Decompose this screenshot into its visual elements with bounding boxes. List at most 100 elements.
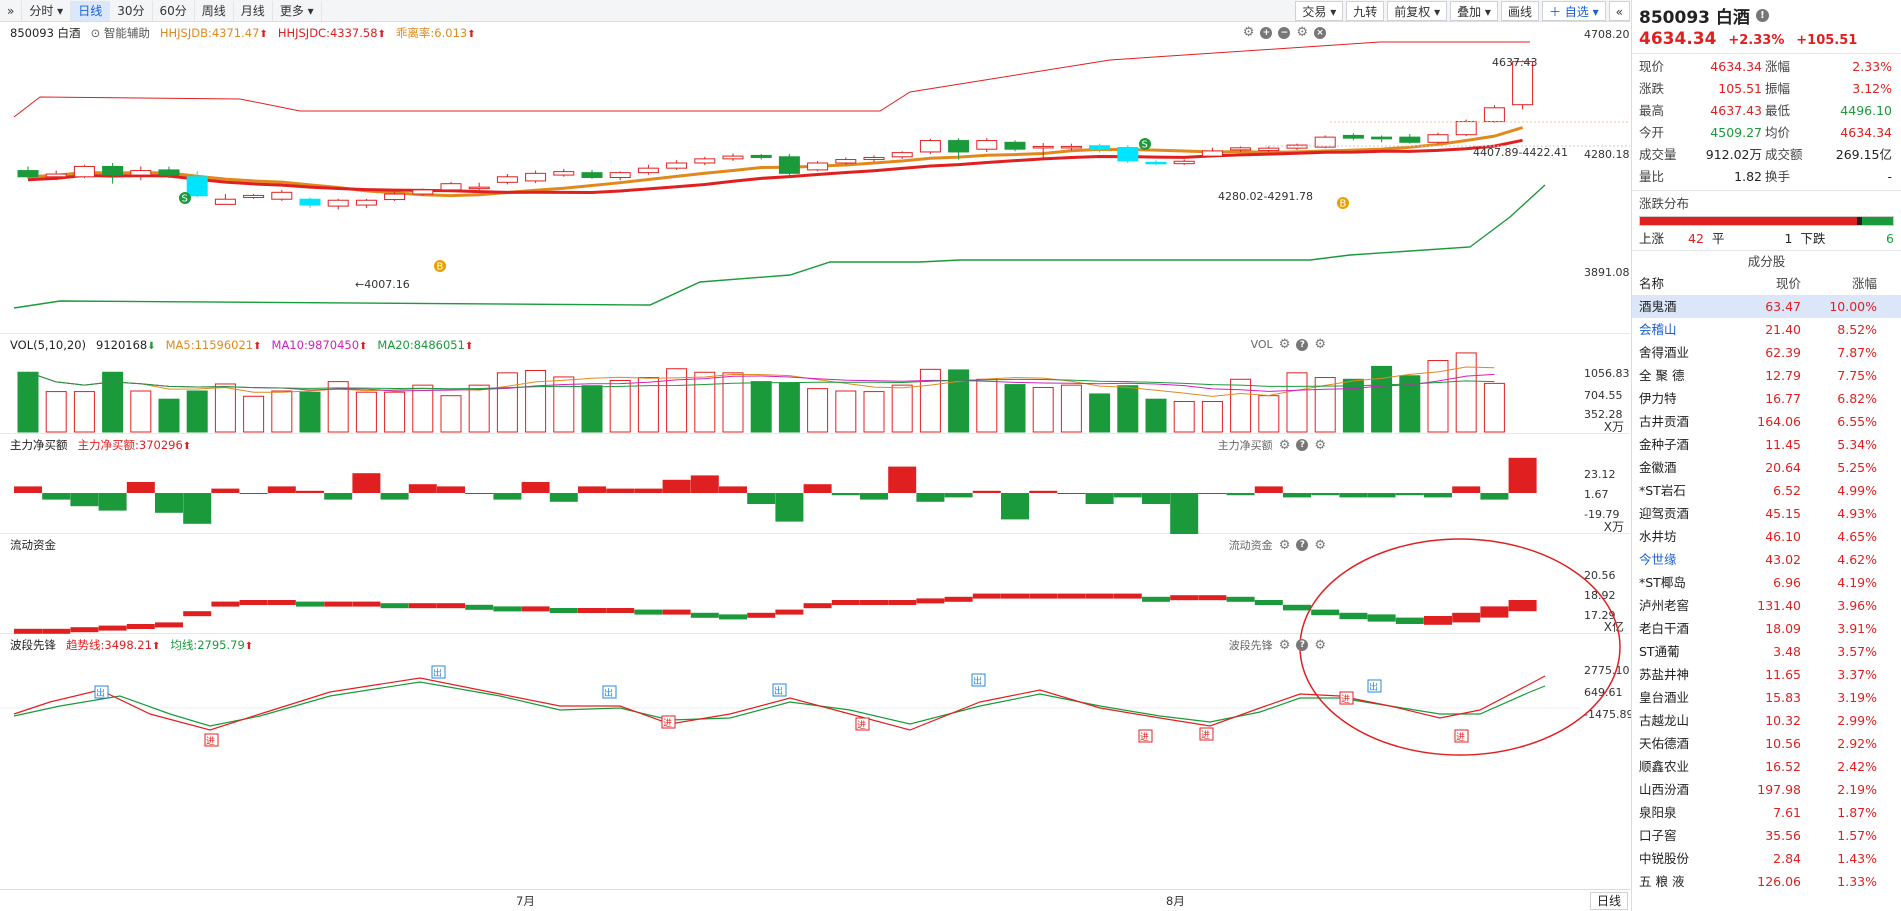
component-stock-row[interactable]: 水井坊 46.10 4.65% (1632, 525, 1901, 548)
expand-icon[interactable]: « (1608, 0, 1630, 21)
quote-value: 4634.34 (1840, 125, 1892, 140)
component-stock-row[interactable]: 泉阳泉 7.61 1.87% (1632, 801, 1901, 824)
y-tick-label: 3891.08 (1584, 266, 1630, 279)
main-force-panel[interactable]: 主力净买额 主力净买额:370296⬆ 主力净买额 ⚙ ? ⚙ 23.12 1.… (0, 434, 1630, 534)
main-price-panel[interactable]: 4637.43 ←4007.16 4407.89-4422.41 4280.02-42… (0, 22, 1630, 334)
component-stock-row[interactable]: 五 粮 液 126.06 1.33% (1632, 870, 1901, 893)
component-stock-row[interactable]: 酒鬼酒 63.47 10.00% (1632, 295, 1901, 318)
in-tag-text: 进 (857, 720, 866, 731)
component-stock-row[interactable]: 迎驾贡酒 45.15 4.93% (1632, 502, 1901, 525)
smart-assist-toggle[interactable]: ⊙ 智能辅助 (91, 25, 150, 41)
stock-name: *ST椰岛 (1639, 575, 1686, 590)
main-force-bar (14, 486, 42, 493)
settings-icon[interactable]: ⚙ (1314, 438, 1326, 453)
avg-line-value: 均线:2795.79⬆ (170, 638, 254, 652)
tab-timeshare[interactable]: 分时 ▾ (22, 0, 72, 21)
help-icon[interactable]: ? (1296, 639, 1309, 651)
stock-change: 4.62% (1837, 552, 1877, 567)
main-force-bar (239, 493, 268, 494)
info-icon[interactable]: ! (1755, 9, 1769, 22)
settings-icon[interactable]: ⚙ (1314, 638, 1326, 653)
add-watchlist-button[interactable]: ＋ 自选 ▾ (1541, 0, 1606, 21)
component-stock-row[interactable]: 全 聚 德 12.79 7.75% (1632, 364, 1901, 387)
tab-60min[interactable]: 60分 (153, 0, 195, 21)
volume-bar (243, 395, 265, 433)
minus-icon[interactable]: − (1278, 26, 1291, 39)
quote-sidebar: 850093 白酒 ! 4634.34 +2.33% +105.51 现价 463… (1631, 0, 1901, 911)
gear-icon[interactable]: ⚙ (1279, 538, 1291, 553)
trade-button[interactable]: 交易 ▾ (1295, 0, 1344, 21)
component-stock-row[interactable]: 今世缘 43.02 4.62% (1632, 548, 1901, 571)
component-stock-row[interactable]: 会稽山 21.40 8.52% (1632, 318, 1901, 341)
component-stock-row[interactable]: *ST岩石 6.52 4.99% (1632, 479, 1901, 502)
in-tag-text: 进 (663, 718, 672, 729)
component-stock-row[interactable]: 天佑德酒 10.56 2.92% (1632, 732, 1901, 755)
period-button[interactable]: 日线 (1589, 892, 1628, 910)
component-stock-row[interactable]: 苏盐井神 11.65 3.37% (1632, 663, 1901, 686)
ma5-value: MA5:11596021⬆ (165, 338, 262, 352)
volume-bar (45, 391, 67, 433)
stock-name: 舍得酒业 (1639, 345, 1690, 360)
tab-daily[interactable]: 日线 (71, 0, 111, 21)
tab-monthly[interactable]: 月线 (234, 0, 273, 21)
liquid-funds-bar (662, 609, 691, 615)
candle-body (158, 169, 180, 176)
mf-legend: 主力净买额 主力净买额:370296⬆ (10, 437, 191, 453)
lf-title: 流动资金 (10, 538, 56, 552)
component-stock-row[interactable]: 金徽酒 20.64 5.25% (1632, 456, 1901, 479)
main-force-bar (916, 493, 945, 502)
stock-change: 2.92% (1837, 736, 1877, 751)
main-force-bar (775, 493, 804, 522)
index-code: 850093 白酒 (10, 26, 81, 40)
add-icon[interactable]: + (1260, 26, 1273, 39)
y-tick-label: 4708.20 (1584, 28, 1630, 41)
overlay-button[interactable]: 叠加 ▾ (1450, 0, 1498, 21)
gear-icon[interactable]: ⚙ (1279, 337, 1291, 352)
stock-price: 15.83 (1765, 690, 1801, 705)
volume-bar (130, 390, 152, 433)
component-stock-row[interactable]: 舍得酒业 62.39 7.87% (1632, 341, 1901, 364)
main-force-bar (634, 488, 663, 493)
gear-icon[interactable]: ⚙ (1279, 638, 1291, 653)
settings-icon[interactable]: ⚙ (1296, 25, 1308, 40)
component-stock-row[interactable]: 中锐股份 2.84 1.43% (1632, 847, 1901, 870)
component-stock-row[interactable]: 古越龙山 10.32 2.99% (1632, 709, 1901, 732)
tab-weekly[interactable]: 周线 (195, 0, 234, 21)
help-icon[interactable]: ? (1296, 338, 1309, 351)
component-stock-row[interactable]: *ST椰岛 6.96 4.19% (1632, 571, 1901, 594)
collapse-icon[interactable]: » (0, 0, 23, 21)
y-tick-label: 1.67 (1584, 488, 1609, 501)
component-stock-row[interactable]: 老白干酒 18.09 3.91% (1632, 617, 1901, 640)
tab-30min[interactable]: 30分 (110, 0, 153, 21)
candle-body (1371, 136, 1393, 140)
draw-button[interactable]: 画线 (1500, 0, 1539, 21)
stock-price: 2.84 (1773, 851, 1801, 866)
gear-icon[interactable]: ⚙ (1243, 25, 1255, 40)
tab-more[interactable]: 更多 ▾ (273, 0, 322, 21)
trend-line-value: 趋势线:3498.21⬆ (66, 638, 161, 652)
stock-name: 顺鑫农业 (1639, 759, 1690, 774)
liquid-funds-bar (352, 601, 381, 607)
jiuzhuan-button[interactable]: 九转 (1346, 0, 1385, 21)
component-stock-row[interactable]: 金种子酒 11.45 5.34% (1632, 433, 1901, 456)
component-stock-row[interactable]: 山西汾酒 197.98 2.19% (1632, 778, 1901, 801)
component-stock-row[interactable]: 顺鑫农业 16.52 2.42% (1632, 755, 1901, 778)
component-stock-row[interactable]: 古井贡酒 164.06 6.55% (1632, 410, 1901, 433)
help-icon[interactable]: ? (1296, 439, 1309, 451)
component-stock-row[interactable]: 伊力特 16.77 6.82% (1632, 387, 1901, 410)
liquid-funds-bar (775, 609, 804, 615)
volume-panel[interactable]: VOL(5,10,20) 9120168⬇ MA5:11596021⬆ MA10… (0, 334, 1630, 434)
help-icon[interactable]: ? (1296, 539, 1309, 551)
adjust-button[interactable]: 前复权 ▾ (1387, 0, 1448, 21)
quote-label: 今开 (1639, 125, 1665, 140)
candle-body (1117, 146, 1139, 162)
component-stock-row[interactable]: 皇台酒业 15.83 3.19% (1632, 686, 1901, 709)
close-icon[interactable]: × (1314, 26, 1326, 39)
settings-icon[interactable]: ⚙ (1314, 538, 1326, 553)
candle-body (835, 159, 857, 164)
component-stock-row[interactable]: 口子窖 35.56 1.57% (1632, 824, 1901, 847)
component-stock-row[interactable]: 泸州老窖 131.40 3.96% (1632, 594, 1901, 617)
component-stock-row[interactable]: ST通葡 3.48 3.57% (1632, 640, 1901, 663)
gear-icon[interactable]: ⚙ (1279, 438, 1291, 453)
settings-icon[interactable]: ⚙ (1314, 337, 1326, 352)
